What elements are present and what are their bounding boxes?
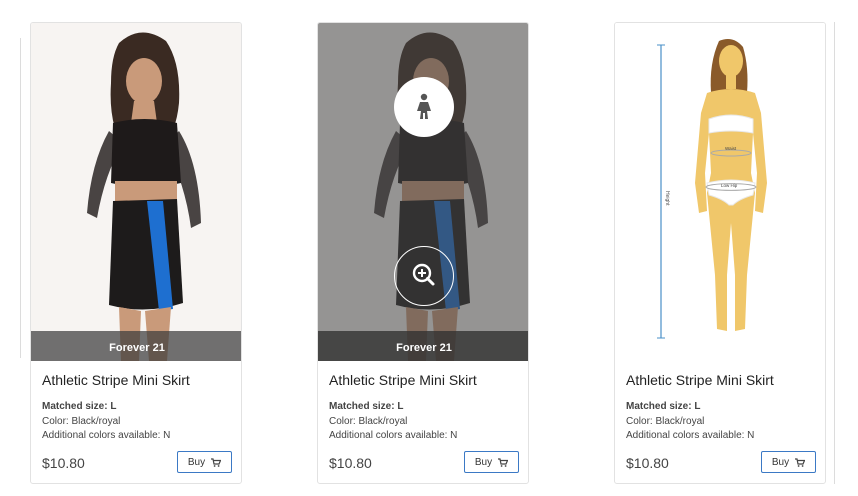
right-edge-line	[834, 22, 835, 484]
hover-overlay	[318, 23, 528, 361]
fit-view-button[interactable]	[394, 77, 454, 137]
cart-icon	[498, 457, 509, 467]
brand-label: Forever 21	[318, 331, 528, 361]
additional-colors-text: Additional colors available: N	[42, 430, 171, 441]
left-edge-line	[20, 38, 21, 358]
matched-size-label: Matched size:	[626, 401, 692, 412]
buy-label: Buy	[474, 456, 493, 468]
matched-size-label: Matched size:	[42, 401, 108, 412]
product-details: Matched size: L Color: Black/royal Addit…	[42, 400, 170, 444]
product-card[interactable]: Forever 21 Athletic Stripe Mini Skirt Ma…	[317, 22, 529, 484]
female-figure-icon	[417, 93, 431, 119]
brand-label: Forever 21	[31, 331, 241, 361]
product-card[interactable]: Forever 21 Athletic Stripe Mini Skirt Ma…	[30, 22, 242, 484]
product-title[interactable]: Athletic Stripe Mini Skirt	[42, 372, 190, 388]
matched-size-value: L	[397, 401, 404, 412]
color-text: Color: Black/royal	[626, 415, 705, 427]
additional-colors-text: Additional colors available: N	[626, 430, 755, 441]
zoom-button[interactable]	[394, 246, 454, 306]
product-title[interactable]: Athletic Stripe Mini Skirt	[329, 372, 477, 388]
matched-size-label: Matched size:	[329, 401, 395, 412]
size-chart-figure[interactable]: Height Waist Low Hip	[615, 23, 825, 361]
buy-button[interactable]: Buy	[464, 451, 519, 473]
price: $10.80	[626, 455, 669, 471]
buy-label: Buy	[187, 456, 206, 468]
product-details: Matched size: L Color: Black/royal Addit…	[329, 400, 457, 444]
height-label: Height	[664, 191, 670, 206]
price: $10.80	[329, 455, 372, 471]
price: $10.80	[42, 455, 85, 471]
matched-size-value: L	[110, 401, 117, 412]
buy-label: Buy	[771, 456, 790, 468]
waist-label: Waist	[725, 146, 737, 151]
buy-button[interactable]: Buy	[177, 451, 232, 473]
product-details: Matched size: L Color: Black/royal Addit…	[626, 400, 754, 444]
product-card[interactable]: Height Waist Low Hip Athletic Stripe Min…	[614, 22, 826, 484]
product-title[interactable]: Athletic Stripe Mini Skirt	[626, 372, 774, 388]
additional-colors-text: Additional colors available: N	[329, 430, 458, 441]
low-hip-label: Low Hip	[721, 183, 738, 188]
zoom-in-icon	[412, 263, 435, 286]
product-photo[interactable]: Forever 21	[31, 23, 241, 361]
matched-size-value: L	[694, 401, 701, 412]
buy-button[interactable]: Buy	[761, 451, 816, 473]
cart-icon	[795, 457, 806, 467]
cart-icon	[211, 457, 222, 467]
color-text: Color: Black/royal	[42, 415, 121, 427]
product-photo[interactable]: Forever 21	[318, 23, 528, 361]
color-text: Color: Black/royal	[329, 415, 408, 427]
